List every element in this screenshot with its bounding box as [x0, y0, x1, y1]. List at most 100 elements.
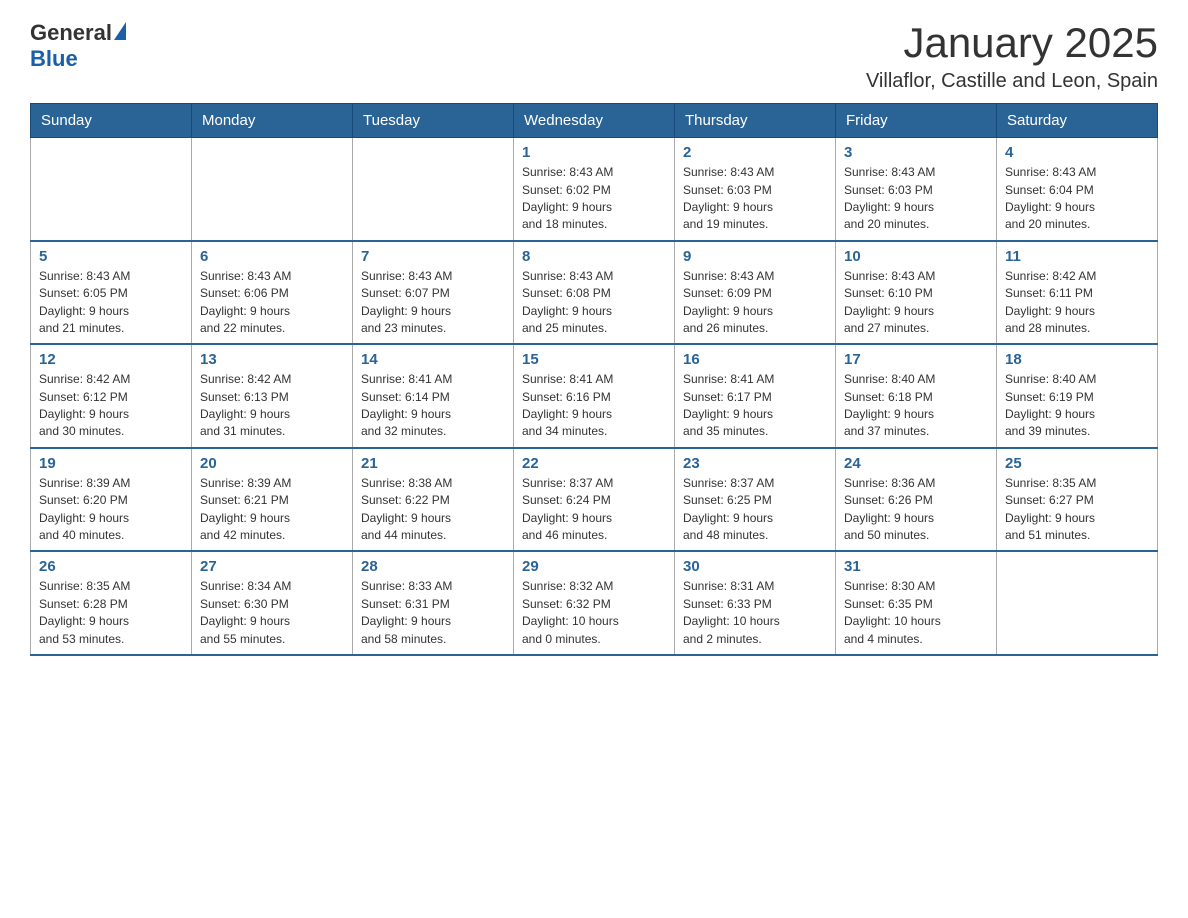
day-info: Sunrise: 8:43 AM Sunset: 6:03 PM Dayligh… [683, 164, 827, 234]
day-info: Sunrise: 8:33 AM Sunset: 6:31 PM Dayligh… [361, 578, 505, 648]
day-info: Sunrise: 8:31 AM Sunset: 6:33 PM Dayligh… [683, 578, 827, 648]
day-cell: 10 Sunrise: 8:43 AM Sunset: 6:10 PM Dayli… [836, 241, 997, 345]
day-info: Sunrise: 8:43 AM Sunset: 6:09 PM Dayligh… [683, 268, 827, 338]
day-cell: 3Sunrise: 8:43 AM Sunset: 6:03 PM Daylig… [836, 138, 997, 241]
calendar-header: SundayMondayTuesdayWednesdayThursdayFrid… [31, 104, 1158, 138]
day-number: 4 [1005, 144, 1149, 161]
day-cell: 20 Sunrise: 8:39 AM Sunset: 6:21 PM Dayli… [192, 448, 353, 552]
day-number: 9 [683, 248, 827, 265]
day-cell: 11Sunrise: 8:42 AM Sunset: 6:11 PM Dayli… [997, 241, 1158, 345]
day-number: 2 [683, 144, 827, 161]
header-cell-sunday: Sunday [31, 104, 192, 138]
day-info: Sunrise: 8:40 AM Sunset: 6:18 PM Dayligh… [844, 371, 988, 441]
day-info: Sunrise: 8:42 AM Sunset: 6:12 PM Dayligh… [39, 371, 183, 441]
day-info: Sunrise: 8:39 AM Sunset: 6:21 PM Dayligh… [200, 475, 344, 545]
page-subtitle: Villaflor, Castille and Leon, Spain [866, 70, 1158, 93]
day-number: 29 [522, 558, 666, 575]
day-info: Sunrise: 8:43 AM Sunset: 6:07 PM Dayligh… [361, 268, 505, 338]
day-cell: 13 Sunrise: 8:42 AM Sunset: 6:13 PM Dayli… [192, 344, 353, 448]
day-cell: 1 Sunrise: 8:43 AM Sunset: 6:02 PM Daylig… [514, 138, 675, 241]
day-cell: 15Sunrise: 8:41 AM Sunset: 6:16 PM Dayli… [514, 344, 675, 448]
day-number: 20 [200, 455, 344, 472]
day-cell: 24Sunrise: 8:36 AM Sunset: 6:26 PM Dayli… [836, 448, 997, 552]
week-row-5: 26Sunrise: 8:35 AM Sunset: 6:28 PM Dayli… [31, 551, 1158, 655]
day-cell: 18Sunrise: 8:40 AM Sunset: 6:19 PM Dayli… [997, 344, 1158, 448]
day-cell: 9 Sunrise: 8:43 AM Sunset: 6:09 PM Daylig… [675, 241, 836, 345]
day-cell: 4 Sunrise: 8:43 AM Sunset: 6:04 PM Daylig… [997, 138, 1158, 241]
day-info: Sunrise: 8:42 AM Sunset: 6:11 PM Dayligh… [1005, 268, 1149, 338]
day-cell: 17 Sunrise: 8:40 AM Sunset: 6:18 PM Dayli… [836, 344, 997, 448]
day-info: Sunrise: 8:43 AM Sunset: 6:06 PM Dayligh… [200, 268, 344, 338]
day-number: 8 [522, 248, 666, 265]
day-info: Sunrise: 8:40 AM Sunset: 6:19 PM Dayligh… [1005, 371, 1149, 441]
day-info: Sunrise: 8:32 AM Sunset: 6:32 PM Dayligh… [522, 578, 666, 648]
header-cell-tuesday: Tuesday [353, 104, 514, 138]
header-cell-thursday: Thursday [675, 104, 836, 138]
day-number: 24 [844, 455, 988, 472]
day-number: 17 [844, 351, 988, 368]
day-cell: 27 Sunrise: 8:34 AM Sunset: 6:30 PM Dayli… [192, 551, 353, 655]
day-number: 28 [361, 558, 505, 575]
logo-triangle-icon [114, 22, 126, 40]
calendar-table: SundayMondayTuesdayWednesdayThursdayFrid… [30, 103, 1158, 656]
calendar-body: 1 Sunrise: 8:43 AM Sunset: 6:02 PM Daylig… [31, 138, 1158, 655]
day-cell [353, 138, 514, 241]
day-info: Sunrise: 8:43 AM Sunset: 6:04 PM Dayligh… [1005, 164, 1149, 234]
day-cell: 22 Sunrise: 8:37 AM Sunset: 6:24 PM Dayli… [514, 448, 675, 552]
day-cell [192, 138, 353, 241]
day-info: Sunrise: 8:30 AM Sunset: 6:35 PM Dayligh… [844, 578, 988, 648]
day-info: Sunrise: 8:35 AM Sunset: 6:28 PM Dayligh… [39, 578, 183, 648]
day-cell: 7 Sunrise: 8:43 AM Sunset: 6:07 PM Daylig… [353, 241, 514, 345]
week-row-1: 1 Sunrise: 8:43 AM Sunset: 6:02 PM Daylig… [31, 138, 1158, 241]
day-number: 3 [844, 144, 988, 161]
day-cell: 12 Sunrise: 8:42 AM Sunset: 6:12 PM Dayli… [31, 344, 192, 448]
week-row-2: 5 Sunrise: 8:43 AM Sunset: 6:05 PM Daylig… [31, 241, 1158, 345]
day-info: Sunrise: 8:34 AM Sunset: 6:30 PM Dayligh… [200, 578, 344, 648]
day-cell: 28 Sunrise: 8:33 AM Sunset: 6:31 PM Dayli… [353, 551, 514, 655]
day-cell: 30 Sunrise: 8:31 AM Sunset: 6:33 PM Dayli… [675, 551, 836, 655]
day-info: Sunrise: 8:43 AM Sunset: 6:05 PM Dayligh… [39, 268, 183, 338]
header-cell-wednesday: Wednesday [514, 104, 675, 138]
page-header: General Blue January 2025 Villaflor, Cas… [30, 20, 1158, 93]
day-number: 22 [522, 455, 666, 472]
day-number: 31 [844, 558, 988, 575]
day-number: 23 [683, 455, 827, 472]
week-row-3: 12 Sunrise: 8:42 AM Sunset: 6:12 PM Dayli… [31, 344, 1158, 448]
header-row: SundayMondayTuesdayWednesdayThursdayFrid… [31, 104, 1158, 138]
day-cell [997, 551, 1158, 655]
day-number: 19 [39, 455, 183, 472]
day-number: 25 [1005, 455, 1149, 472]
day-info: Sunrise: 8:37 AM Sunset: 6:24 PM Dayligh… [522, 475, 666, 545]
day-cell: 6 Sunrise: 8:43 AM Sunset: 6:06 PM Daylig… [192, 241, 353, 345]
day-cell: 16Sunrise: 8:41 AM Sunset: 6:17 PM Dayli… [675, 344, 836, 448]
day-info: Sunrise: 8:42 AM Sunset: 6:13 PM Dayligh… [200, 371, 344, 441]
day-cell: 14Sunrise: 8:41 AM Sunset: 6:14 PM Dayli… [353, 344, 514, 448]
day-cell: 25 Sunrise: 8:35 AM Sunset: 6:27 PM Dayli… [997, 448, 1158, 552]
day-cell: 8Sunrise: 8:43 AM Sunset: 6:08 PM Daylig… [514, 241, 675, 345]
title-section: January 2025 Villaflor, Castille and Leo… [866, 20, 1158, 93]
day-cell: 23 Sunrise: 8:37 AM Sunset: 6:25 PM Dayli… [675, 448, 836, 552]
day-number: 27 [200, 558, 344, 575]
day-number: 10 [844, 248, 988, 265]
day-number: 12 [39, 351, 183, 368]
day-number: 16 [683, 351, 827, 368]
day-info: Sunrise: 8:43 AM Sunset: 6:10 PM Dayligh… [844, 268, 988, 338]
day-number: 21 [361, 455, 505, 472]
day-cell: 19Sunrise: 8:39 AM Sunset: 6:20 PM Dayli… [31, 448, 192, 552]
day-cell: 26Sunrise: 8:35 AM Sunset: 6:28 PM Dayli… [31, 551, 192, 655]
day-number: 6 [200, 248, 344, 265]
day-number: 13 [200, 351, 344, 368]
day-number: 5 [39, 248, 183, 265]
day-info: Sunrise: 8:37 AM Sunset: 6:25 PM Dayligh… [683, 475, 827, 545]
day-number: 30 [683, 558, 827, 575]
day-number: 14 [361, 351, 505, 368]
day-number: 1 [522, 144, 666, 161]
week-row-4: 19Sunrise: 8:39 AM Sunset: 6:20 PM Dayli… [31, 448, 1158, 552]
day-number: 7 [361, 248, 505, 265]
day-info: Sunrise: 8:35 AM Sunset: 6:27 PM Dayligh… [1005, 475, 1149, 545]
day-info: Sunrise: 8:41 AM Sunset: 6:16 PM Dayligh… [522, 371, 666, 441]
day-info: Sunrise: 8:43 AM Sunset: 6:02 PM Dayligh… [522, 164, 666, 234]
page-title: January 2025 [866, 20, 1158, 66]
header-cell-saturday: Saturday [997, 104, 1158, 138]
day-cell: 31 Sunrise: 8:30 AM Sunset: 6:35 PM Dayli… [836, 551, 997, 655]
